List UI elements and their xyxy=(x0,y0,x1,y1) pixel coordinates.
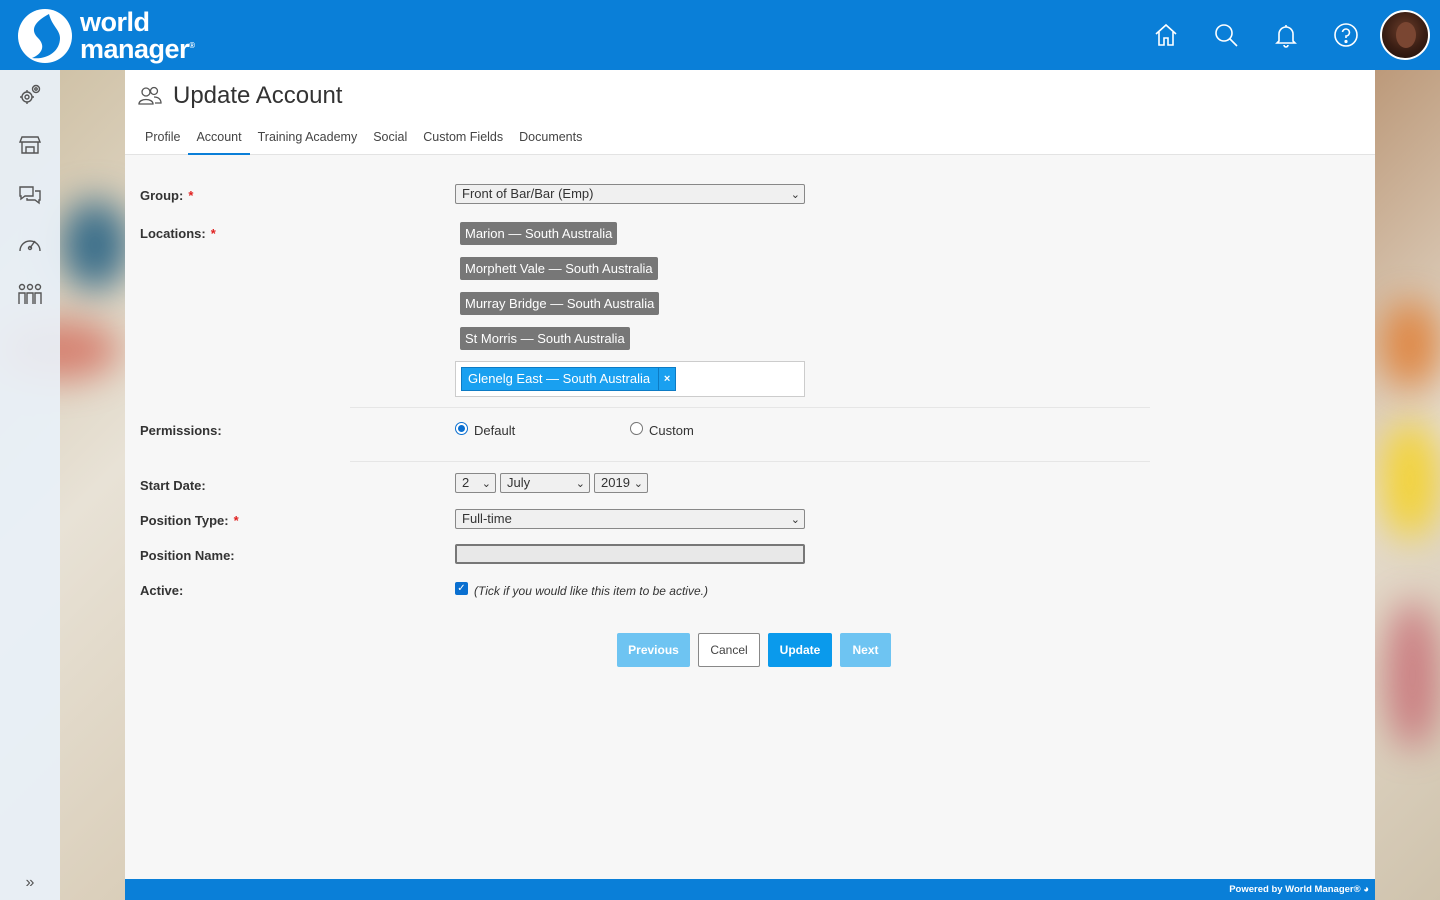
chevron-down-icon: ⌄ xyxy=(790,514,800,526)
tab-bar: Profile Account Training Academy Social … xyxy=(137,128,590,155)
start-month-select[interactable]: July ⌄ xyxy=(500,473,590,493)
people-icon[interactable] xyxy=(0,270,60,320)
tab-account[interactable]: Account xyxy=(188,128,250,155)
position-name-label: Position Name: xyxy=(140,548,235,563)
start-date-label: Start Date: xyxy=(140,478,206,493)
logo-reg: ® xyxy=(189,40,195,50)
permission-default-label: Default xyxy=(474,423,516,438)
group-select[interactable]: Front of Bar/Bar (Emp) ⌄ xyxy=(455,184,805,204)
chevron-down-icon: ⌄ xyxy=(790,189,800,201)
location-option[interactable]: Murray Bridge — South Australia xyxy=(460,292,660,315)
start-year-select[interactable]: 2019 ⌄ xyxy=(594,473,648,493)
avatar[interactable] xyxy=(1380,10,1430,60)
background-image xyxy=(60,200,130,290)
update-button[interactable]: Update xyxy=(768,633,832,667)
dashboard-icon[interactable] xyxy=(0,220,60,270)
footer-logo-icon: ◕ xyxy=(1363,884,1369,895)
background-image xyxy=(1385,600,1440,750)
selected-location-label: Glenelg East — South Australia xyxy=(468,371,651,386)
tab-custom-fields[interactable]: Custom Fields xyxy=(415,128,511,155)
position-name-input[interactable] xyxy=(455,544,805,564)
location-option[interactable]: Morphett Vale — South Australia xyxy=(460,257,658,280)
previous-button[interactable]: Previous xyxy=(617,633,690,667)
permission-custom-label: Custom xyxy=(649,423,694,438)
group-label: Group: * xyxy=(140,188,194,203)
selected-location-chip: Glenelg East — South Australia × xyxy=(461,367,677,391)
divider xyxy=(350,407,1150,408)
active-hint: (Tick if you would like this item to be … xyxy=(474,584,708,598)
background-image xyxy=(1380,300,1440,390)
chevron-down-icon: ⌄ xyxy=(481,478,491,490)
sidebar: » xyxy=(0,70,60,900)
remove-location-button[interactable]: × xyxy=(658,368,675,390)
tab-profile[interactable]: Profile xyxy=(137,128,188,155)
position-type-select[interactable]: Full-time ⌄ xyxy=(455,509,805,529)
top-bar: world manager® xyxy=(0,0,1440,70)
footer: Powered by World Manager® ◕ xyxy=(125,879,1375,900)
home-icon[interactable] xyxy=(1136,10,1196,60)
tab-social[interactable]: Social xyxy=(365,128,415,155)
store-icon[interactable] xyxy=(0,120,60,170)
divider xyxy=(350,461,1150,462)
chevron-down-icon: ⌄ xyxy=(633,478,643,490)
logo-line1: world xyxy=(80,6,150,37)
location-option[interactable]: St Morris — South Australia xyxy=(460,327,630,350)
tab-documents[interactable]: Documents xyxy=(511,128,590,155)
page-title: Update Account xyxy=(173,82,343,109)
cancel-button[interactable]: Cancel xyxy=(698,633,760,667)
chevron-down-icon: ⌄ xyxy=(575,478,585,490)
logo-line2: manager xyxy=(80,33,190,64)
search-icon[interactable] xyxy=(1196,10,1256,60)
locations-multiselect[interactable]: Glenelg East — South Australia × xyxy=(455,361,805,397)
permission-custom-radio[interactable] xyxy=(630,422,643,435)
locations-label: Locations: * xyxy=(140,226,216,241)
next-button[interactable]: Next xyxy=(840,633,891,667)
background-image xyxy=(1380,420,1440,540)
position-type-label: Position Type: * xyxy=(140,513,239,528)
logo-mark-icon xyxy=(16,8,74,63)
tab-training-academy[interactable]: Training Academy xyxy=(250,128,366,155)
start-day-select[interactable]: 2 ⌄ xyxy=(455,473,496,493)
chat-icon[interactable] xyxy=(0,170,60,220)
permission-default-radio[interactable] xyxy=(455,422,468,435)
active-checkbox[interactable]: ✓ xyxy=(455,582,468,595)
panel-header: Update Account Profile Account Training … xyxy=(125,70,1375,155)
expand-sidebar-button[interactable]: » xyxy=(0,874,60,892)
active-label: Active: xyxy=(140,583,184,598)
settings-icon[interactable] xyxy=(0,70,60,120)
permissions-label: Permissions: xyxy=(140,423,222,438)
footer-text: Powered by World Manager® ◕ xyxy=(1229,884,1369,895)
main-panel: Update Account Profile Account Training … xyxy=(125,70,1375,879)
users-icon xyxy=(137,86,163,109)
help-icon[interactable] xyxy=(1316,10,1376,60)
logo[interactable]: world manager® xyxy=(16,6,195,64)
bell-icon[interactable] xyxy=(1256,10,1316,60)
location-option[interactable]: Marion — South Australia xyxy=(460,222,618,245)
logo-text: world manager® xyxy=(80,6,195,64)
